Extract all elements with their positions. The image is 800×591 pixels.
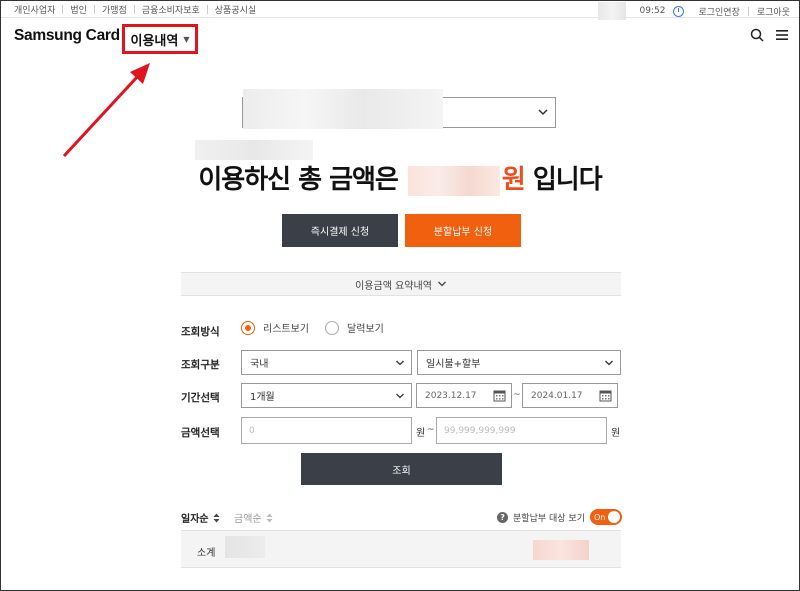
list-item (181, 585, 621, 591)
usage-history-menu-button[interactable]: 이용내역 ▼ (122, 24, 198, 54)
installment-filter-label: 분할납부 대상 보기 (513, 513, 585, 524)
subtotal-count-redacted (225, 536, 265, 558)
radio-calendar-view[interactable]: 달력보기 (325, 320, 384, 335)
subtotal-row: 소계 (181, 530, 621, 568)
chevron-down-icon (538, 109, 548, 116)
radio-label: 리스트보기 (263, 324, 309, 335)
hamburger-menu-icon[interactable] (776, 29, 788, 41)
logout-link[interactable]: 로그아웃 (757, 5, 790, 18)
menu-label: 이용내역 (130, 33, 179, 49)
divider (747, 6, 749, 16)
category-label: 조회구분 (181, 359, 220, 371)
samsung-card-logo[interactable]: Samsung Card (14, 27, 120, 45)
utility-links: 개인사업자 법인 가맹점 금융소비자보호 상품공시실 (14, 3, 256, 16)
search-icon[interactable] (750, 28, 764, 42)
radio-unselected-icon (325, 320, 339, 335)
search-button[interactable]: 조회 (301, 453, 502, 485)
sort-amount-label: 금액순 (234, 514, 262, 525)
currency-unit: 원 (611, 428, 621, 439)
max-amount-input[interactable]: 99,999,999,999 (436, 417, 607, 444)
radio-selected-icon (241, 320, 255, 335)
start-date-field[interactable]: 2023.12.17 (416, 383, 512, 408)
max-amount-placeholder: 99,999,999,999 (444, 425, 516, 436)
sort-date-label: 일자순 (181, 514, 209, 525)
category-select[interactable]: 국내 (241, 350, 412, 375)
radio-list-view[interactable]: 리스트보기 (241, 320, 309, 335)
login-extend-link[interactable]: 로그인연장 (698, 5, 739, 18)
divider (133, 5, 135, 14)
link-corporate[interactable]: 법인 (70, 3, 87, 16)
divider (62, 5, 64, 14)
chevron-down-icon (437, 281, 446, 287)
clock-icon (673, 5, 685, 17)
date-range-separator: ~ (513, 390, 521, 400)
link-business-owner[interactable]: 개인사업자 (14, 3, 55, 16)
customer-name-redacted (195, 140, 313, 160)
end-date-value: 2024.01.17 (531, 390, 583, 401)
payment-type-value: 일시불+할부 (426, 359, 481, 370)
installment-apply-button[interactable]: 분할납부 신청 (405, 214, 521, 247)
divider (206, 5, 208, 14)
currency-unit: 원 (501, 165, 526, 195)
min-amount-placeholder: 0 (249, 425, 255, 436)
link-consumer-protection[interactable]: 금융소비자보호 (142, 3, 200, 16)
card-select-dropdown[interactable] (242, 89, 556, 129)
end-date-field[interactable]: 2024.01.17 (522, 383, 618, 408)
toggle-state: On (594, 512, 606, 522)
period-select[interactable]: 1개월 (241, 383, 412, 408)
sort-by-date[interactable]: 일자순 (181, 510, 220, 525)
user-name-redacted (597, 2, 626, 20)
subtotal-amount-redacted (533, 540, 589, 560)
usage-summary-toggle[interactable]: 이용금액 요약내역 (181, 272, 621, 296)
top-utility-bar: 개인사업자 법인 가맹점 금융소비자보호 상품공시실 09:52 로그인연장 로… (0, 0, 800, 20)
method-label: 조회방식 (181, 326, 220, 338)
calendar-icon[interactable] (599, 389, 612, 402)
total-prefix: 이용하신 총 금액은 (198, 165, 398, 195)
total-amount-heading: 이용하신 총 금액은 원 입니다 (0, 159, 800, 196)
payment-type-select[interactable]: 일시불+할부 (417, 350, 621, 375)
sort-by-amount[interactable]: 금액순 (234, 510, 273, 525)
chevron-down-icon (605, 360, 613, 366)
amount-range-separator: ~ (427, 425, 435, 435)
radio-label: 달력보기 (347, 324, 384, 335)
subtotal-label: 소계 (197, 548, 216, 559)
link-merchant[interactable]: 가맹점 (102, 3, 127, 16)
period-value: 1개월 (250, 392, 275, 403)
question-icon[interactable]: ? (497, 511, 509, 523)
calendar-icon[interactable] (493, 389, 506, 402)
header-icons (750, 28, 788, 42)
total-amount-redacted (407, 165, 500, 196)
card-name-redacted (243, 89, 443, 129)
link-product-disclosure[interactable]: 상품공시실 (215, 3, 256, 16)
divider (93, 5, 95, 14)
instant-pay-button[interactable]: 즉시결제 신청 (282, 214, 398, 247)
summary-label: 이용금액 요약내역 (355, 280, 432, 292)
chevron-down-icon (396, 360, 404, 366)
chevron-down-icon (396, 393, 404, 399)
period-label: 기간선택 (181, 392, 220, 404)
session-area: 09:52 로그인연장 로그아웃 (597, 2, 790, 20)
category-value: 국내 (250, 359, 269, 370)
currency-unit: 원 (416, 428, 426, 439)
caret-down-icon: ▼ (183, 34, 190, 44)
sort-icon (213, 513, 220, 522)
amount-label: 금액선택 (181, 427, 220, 439)
sort-icon (266, 513, 273, 522)
min-amount-input[interactable]: 0 (241, 417, 412, 444)
total-suffix: 입니다 (532, 165, 603, 195)
session-time: 09:52 (639, 6, 666, 16)
installment-toggle[interactable]: On (590, 509, 622, 525)
installment-filter: ? 분할납부 대상 보기 On (497, 509, 622, 525)
start-date-value: 2023.12.17 (425, 390, 477, 401)
